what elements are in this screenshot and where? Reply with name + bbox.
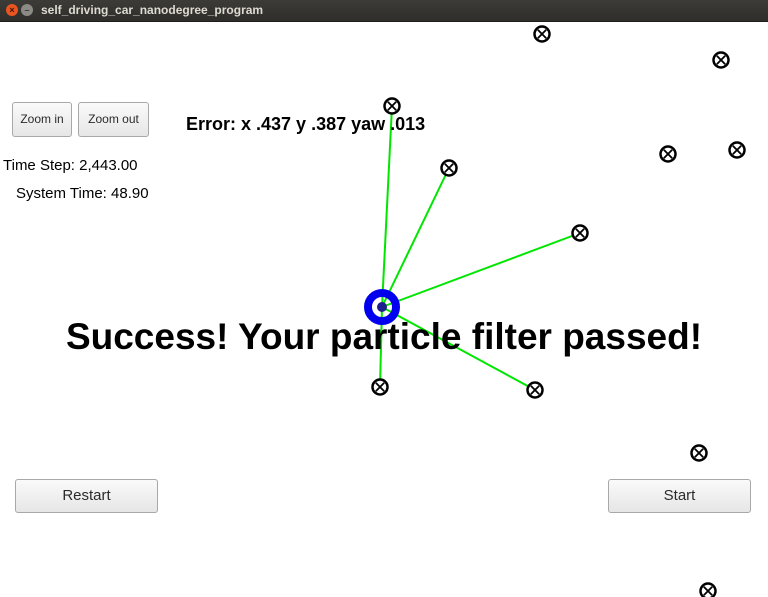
restart-button[interactable]: Restart: [15, 479, 158, 513]
error-readout: Error: x .437 y .387 yaw .013: [186, 114, 426, 134]
landmark-marker-icon: [371, 378, 389, 396]
zoom-out-button[interactable]: Zoom out: [78, 102, 149, 137]
landmark-marker-icon: [571, 224, 589, 242]
landmark-marker-icon: [690, 444, 708, 462]
landmark-marker-icon: [699, 582, 717, 597]
system-time-label: System Time: 48.90: [16, 185, 149, 202]
zoom-in-button[interactable]: Zoom in: [12, 102, 72, 137]
observation-line: [381, 105, 393, 308]
start-button[interactable]: Start: [608, 479, 751, 513]
landmark-marker-icon: [383, 97, 401, 115]
landmark-marker-icon: [659, 145, 677, 163]
landmark-marker-icon: [533, 25, 551, 43]
landmark-marker-icon: [728, 141, 746, 159]
time-step-label: Time Step: 2,443.00: [3, 157, 138, 174]
landmark-marker-icon: [526, 381, 544, 399]
landmark-marker-icon: [712, 51, 730, 69]
success-message: Success! Your particle filter passed!: [65, 316, 703, 357]
landmark-marker-icon: [440, 159, 458, 177]
